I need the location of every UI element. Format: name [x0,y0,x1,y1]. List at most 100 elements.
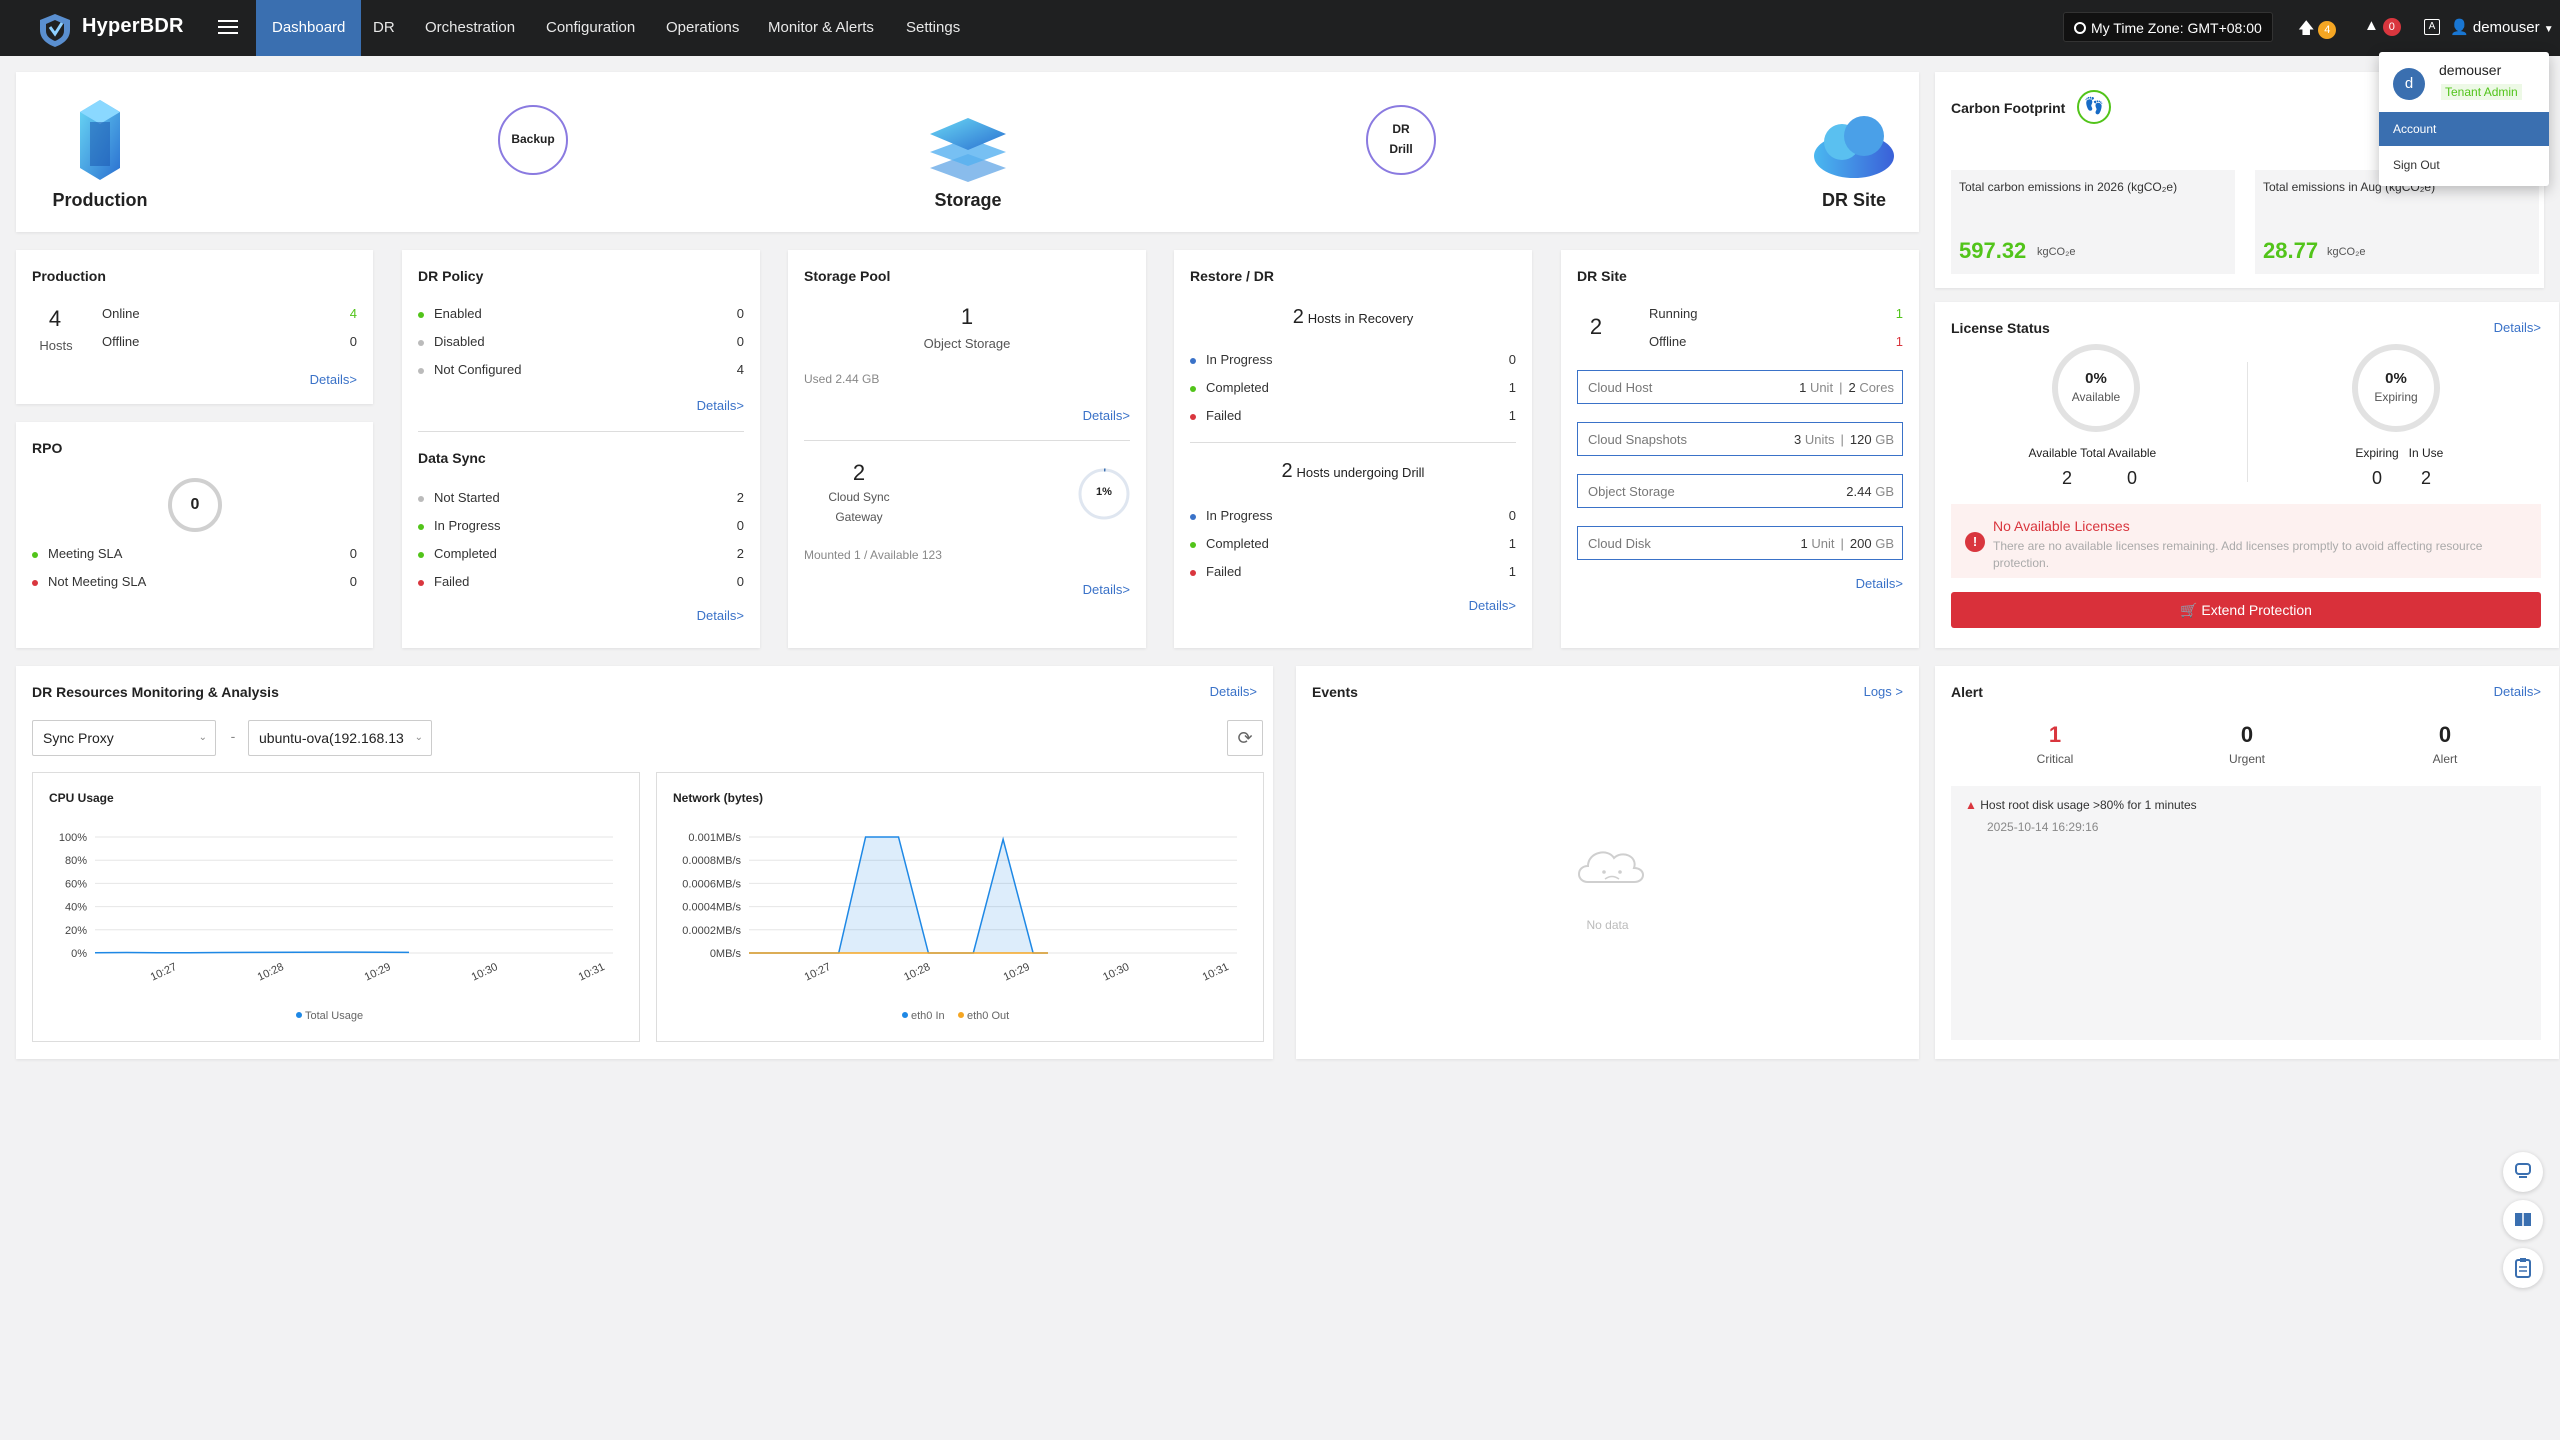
extend-protection-label: Extend Protection [2201,602,2312,618]
nav-operations[interactable]: Operations [650,0,755,56]
status-dot [1190,569,1196,576]
x-tick-label: 10:29 [363,961,393,984]
warning-triangle-icon: ▲ [1965,798,1977,812]
storage-layers-icon [930,118,1006,182]
status-dot [1190,357,1196,364]
resource-type-select[interactable]: Sync Proxy ⌄ [32,720,216,756]
resource-value-2: 2.44 [1846,484,1872,499]
nav-dashboard[interactable]: Dashboard [256,0,362,56]
x-tick-label: 10:31 [1201,961,1231,984]
events-title: Events [1312,684,1358,700]
alert-details-link[interactable]: Details> [2494,684,2541,699]
gateway-mounted: Mounted 1 / Available 123 [804,548,942,562]
warning-triangle-icon: ▲ [2364,17,2379,34]
hamburger-menu-icon[interactable] [218,16,238,38]
restore-dr-title: Restore / DR [1190,268,1275,284]
expiring-sub-value: 0 [2371,468,2382,488]
resource-unit-2: GB [1875,536,1894,551]
resource-unit-2: Cores [1859,380,1894,395]
x-tick-label: 10:29 [1002,961,1032,984]
resource-label: Object Storage [1588,484,1675,499]
expiring-ring-label: Expiring [2374,390,2418,404]
host-select[interactable]: ubuntu-ova(192.168.13 ⌄ [248,720,432,756]
nav-dr[interactable]: DR [357,0,411,56]
user-avatar: d [2393,68,2425,100]
sign-out-menu-item[interactable]: Sign Out [2379,148,2549,182]
resource-unit-1: Unit [1809,380,1834,395]
legend-label: Total Usage [305,1010,363,1022]
storage-pool-details-link[interactable]: Details> [1083,408,1130,423]
total-emissions-label: Total carbon emissions in 2026 (kgCO₂e) [1959,180,2178,194]
alert-notifications[interactable]: ▲ 0 [2364,17,2401,36]
support-icon[interactable] [2503,1152,2543,1192]
recovery-value: 1 [1508,408,1516,423]
expiring-sub-label: Expiring [2355,446,2399,460]
user-menu-trigger[interactable]: 👤 demouser ▼ [2450,18,2554,36]
refresh-icon[interactable]: ⟳ [1227,720,1263,756]
footprint-icon: 👣 [2077,90,2111,124]
timezone-button[interactable]: My Time Zone: GMT+08:00 [2063,12,2273,42]
dr-policy-details-link[interactable]: Details> [697,398,744,413]
resource-label: Cloud Host [1588,380,1653,395]
gateway-percent: 1% [1096,486,1112,498]
alert-count-label: Alert [2432,752,2458,766]
status-dot [1190,385,1196,392]
drill-label: In Progress [1206,508,1273,523]
book-icon[interactable] [2503,1200,2543,1240]
upload-notifications[interactable]: 🡅 4 [2298,17,2337,44]
status-dot [1190,513,1196,520]
legend-label: eth0 In [911,1010,945,1022]
data-sync-row: Completed [418,546,497,561]
no-data-cloud-icon [1578,851,1644,883]
critical-label: Critical [2036,752,2074,766]
production-details-link[interactable]: Details> [310,372,357,387]
nav-settings[interactable]: Settings [890,0,976,56]
dr-site-details-link[interactable]: Details> [1856,576,1903,591]
drill-row: Failed [1190,564,1241,579]
resource-values: 2.44 GB [1846,484,1894,499]
production-hosts-label: Hosts [39,338,73,353]
nav-monitor-alerts[interactable]: Monitor & Alerts [752,0,890,56]
x-tick-label: 10:27 [803,961,833,984]
storage-pool-title: Storage Pool [804,268,891,284]
account-menu-item[interactable]: Account [2379,112,2549,146]
series-line [94,951,410,954]
cart-icon: 🛒 [2180,602,2198,618]
alert-item[interactable]: ▲ Host root disk usage >80% for 1 minute… [1965,798,2197,812]
gateway-label-line1: Cloud Sync [828,490,890,504]
nav-orchestration[interactable]: Orchestration [409,0,531,56]
data-sync-details-link[interactable]: Details> [697,608,744,623]
drill-value: 0 [1508,508,1516,523]
language-icon[interactable]: A [2424,19,2440,35]
x-tick-label: 10:30 [470,961,500,984]
events-logs-link[interactable]: Logs > [1864,684,1903,699]
legend-marker [958,1012,964,1018]
dr-offline-value: 1 [1895,334,1903,349]
data-sync-label: Completed [434,546,497,561]
resource-separator: | [1839,380,1843,395]
hyperbdr-logo-icon[interactable] [36,12,74,48]
expiring-ring [2352,344,2440,432]
resource-unit-1: Unit [1811,536,1835,551]
cpu-usage-chart: 100% 80% 60% 40% 20% 0% 10:27 10:28 10:29 10:30 10… [59,832,613,1022]
license-status-card: License Status Details> 0% Available 0% … [1935,302,2559,648]
month-emissions-unit: kgCO₂e [2327,246,2366,258]
resource-value-1: 1 [1800,536,1808,551]
drill-value: 1 [1508,564,1516,579]
monitoring-details-link[interactable]: Details> [1210,684,1257,699]
license-details-link[interactable]: Details> [2494,320,2541,335]
resource-unit-2: GB [1875,432,1894,447]
gateway-details-link[interactable]: Details> [1083,582,1130,597]
resource-unit-2: GB [1875,484,1894,499]
nav-configuration[interactable]: Configuration [530,0,651,56]
clipboard-icon[interactable] [2503,1248,2543,1288]
total-emissions-value: 597.32 [1959,238,2027,263]
upload-badge: 4 [2318,21,2337,39]
resource-value-2: 120 [1849,432,1872,447]
dr-flow-banner: Production Backup Storage DR Drill DR Si… [16,72,1919,232]
recovery-value: 0 [1508,352,1516,367]
divider [1190,442,1516,443]
dr-site-label: DR Site [1821,190,1886,210]
extend-protection-button[interactable]: 🛒 Extend Protection [1951,592,2541,628]
restore-details-link[interactable]: Details> [1469,598,1516,613]
